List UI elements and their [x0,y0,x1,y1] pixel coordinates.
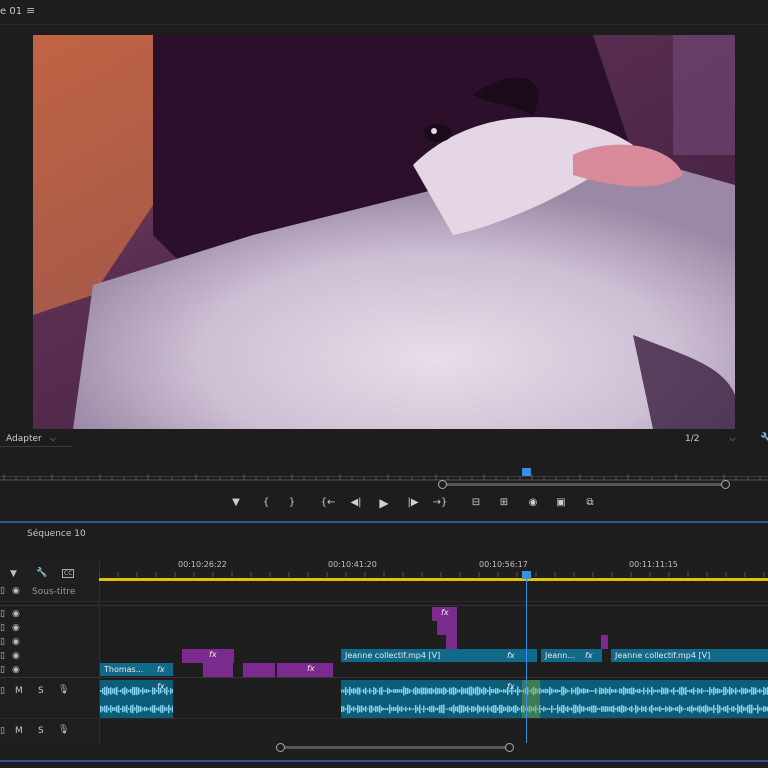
timeline-zoom-handle-left[interactable] [276,743,285,752]
monitor-zoom-handle-left[interactable] [438,480,447,489]
video-clip[interactable]: Thomas... fx [100,663,173,676]
monitor-zoom-handle-right[interactable] [721,480,730,489]
fx-badge: fx [507,651,515,660]
panel-bottom-border [0,760,768,762]
adjustment-clip[interactable] [446,635,457,649]
monitor-time-ruler[interactable] [0,466,768,481]
video-clip[interactable]: Jeanne collectif.mp4 [V] fx [341,649,537,662]
track-lock-icon[interactable]: ▯ [0,623,5,633]
fx-badge: fx [157,665,165,674]
mark-in-icon[interactable]: { [258,495,274,511]
adjustment-clip[interactable] [437,621,457,635]
track-separator [0,605,768,606]
monitor-playhead[interactable] [522,468,531,476]
resolution-dropdown-label: 1/2 [685,434,700,444]
extract-icon[interactable]: ⊞ [496,495,512,511]
solo-button[interactable]: S [38,686,44,696]
solo-button[interactable]: S [38,726,44,736]
chevron-down-icon: ⌵ [729,434,736,443]
track-separator [0,601,768,602]
track-lock-icon[interactable]: ▯ [0,637,5,647]
work-area-bar[interactable] [99,578,768,581]
program-video-frame [33,35,735,429]
fx-badge: fx [157,682,165,691]
compare-icon[interactable]: ▣ [553,495,569,511]
lift-icon[interactable]: ⊟ [468,495,484,511]
timeline-zoom-scrollbar[interactable] [280,746,510,749]
timecode-label: 00:10:56:17 [479,560,528,569]
adjustment-clip[interactable]: fx [432,607,457,621]
captions-icon[interactable]: CC [62,569,75,578]
resolution-dropdown[interactable]: 1/2 ⌵ [685,434,736,444]
microphone-icon[interactable]: 🎙 [58,725,69,735]
fx-badge: fx [441,608,449,617]
monitor-zoom-scrollbar[interactable] [440,483,727,486]
adjustment-clip[interactable]: fx [277,663,333,677]
fx-badge: fx [307,664,315,673]
go-to-out-icon[interactable]: →} [432,495,448,511]
wrench-icon[interactable]: 🔧 [36,568,47,578]
panel-menu-icon[interactable]: ≡ [26,4,35,17]
mute-button[interactable]: M [15,726,23,736]
multicam-icon[interactable]: ⧉ [582,495,598,511]
clip-name: Jeann... [545,651,575,660]
eye-icon[interactable]: ◉ [12,623,20,633]
clip-name: Thomas... [104,665,144,674]
adjustment-clip[interactable]: fx [182,649,234,663]
mark-out-icon[interactable]: } [284,495,300,511]
eye-icon[interactable]: ◉ [12,586,20,596]
adjustment-clip[interactable] [203,663,233,677]
microphone-icon[interactable]: 🎙 [58,685,69,695]
fx-badge: fx [585,651,593,660]
wrench-icon[interactable]: 🔧 [760,432,768,445]
track-lock-icon[interactable]: ▯ [0,609,5,619]
track-lock-icon[interactable]: ▯ [0,726,5,736]
go-to-in-icon[interactable]: {← [320,495,336,511]
eye-icon[interactable]: ◉ [12,609,20,619]
adjustment-clip[interactable] [243,663,275,677]
timecode-label: 00:10:41:20 [328,560,377,569]
track-lock-icon[interactable]: ▯ [0,686,5,696]
add-marker-icon[interactable]: ▼ [10,569,17,579]
timeline-zoom-handle-right[interactable] [505,743,514,752]
eye-icon[interactable]: ◉ [12,651,20,661]
fx-badge: fx [507,682,515,691]
track-lock-icon[interactable]: ▯ [0,651,5,661]
program-monitor-header [0,0,768,25]
adjustment-clip[interactable] [601,635,608,649]
track-separator [0,718,768,719]
sequence-tab[interactable]: Séquence 10 [27,529,86,539]
fx-badge: fx [209,650,217,659]
track-lock-icon[interactable]: ▯ [0,665,5,675]
track-separator [0,677,768,678]
play-icon[interactable]: ▶ [376,495,392,511]
step-back-icon[interactable]: ◀| [348,495,364,511]
audio-selection-highlight [522,680,540,718]
panel-title[interactable]: e 01 [0,6,22,17]
eye-icon[interactable]: ◉ [12,665,20,675]
video-clip[interactable]: Jeann... fx [541,649,602,662]
video-clip[interactable]: Jeanne collectif.mp4 [V] [611,649,768,662]
clip-name: Jeanne collectif.mp4 [V] [615,651,711,660]
playhead-line [526,571,527,743]
track-lock-icon[interactable]: ▯ [0,586,5,596]
caption-track-label: Sous-titre [32,587,76,597]
audio-clip[interactable]: fx [341,680,768,718]
timecode-label: 00:10:26:22 [178,560,227,569]
eye-icon[interactable]: ◉ [12,637,20,647]
export-frame-icon[interactable]: ◉ [525,495,541,511]
marker-icon[interactable]: ▼ [228,495,244,511]
mute-button[interactable]: M [15,686,23,696]
clip-name: Jeanne collectif.mp4 [V] [345,651,441,660]
audio-clip[interactable]: fx [100,680,173,718]
step-forward-icon[interactable]: |▶ [405,495,421,511]
timecode-label: 00:11:11:15 [629,560,678,569]
fit-dropdown-underline [0,430,72,447]
